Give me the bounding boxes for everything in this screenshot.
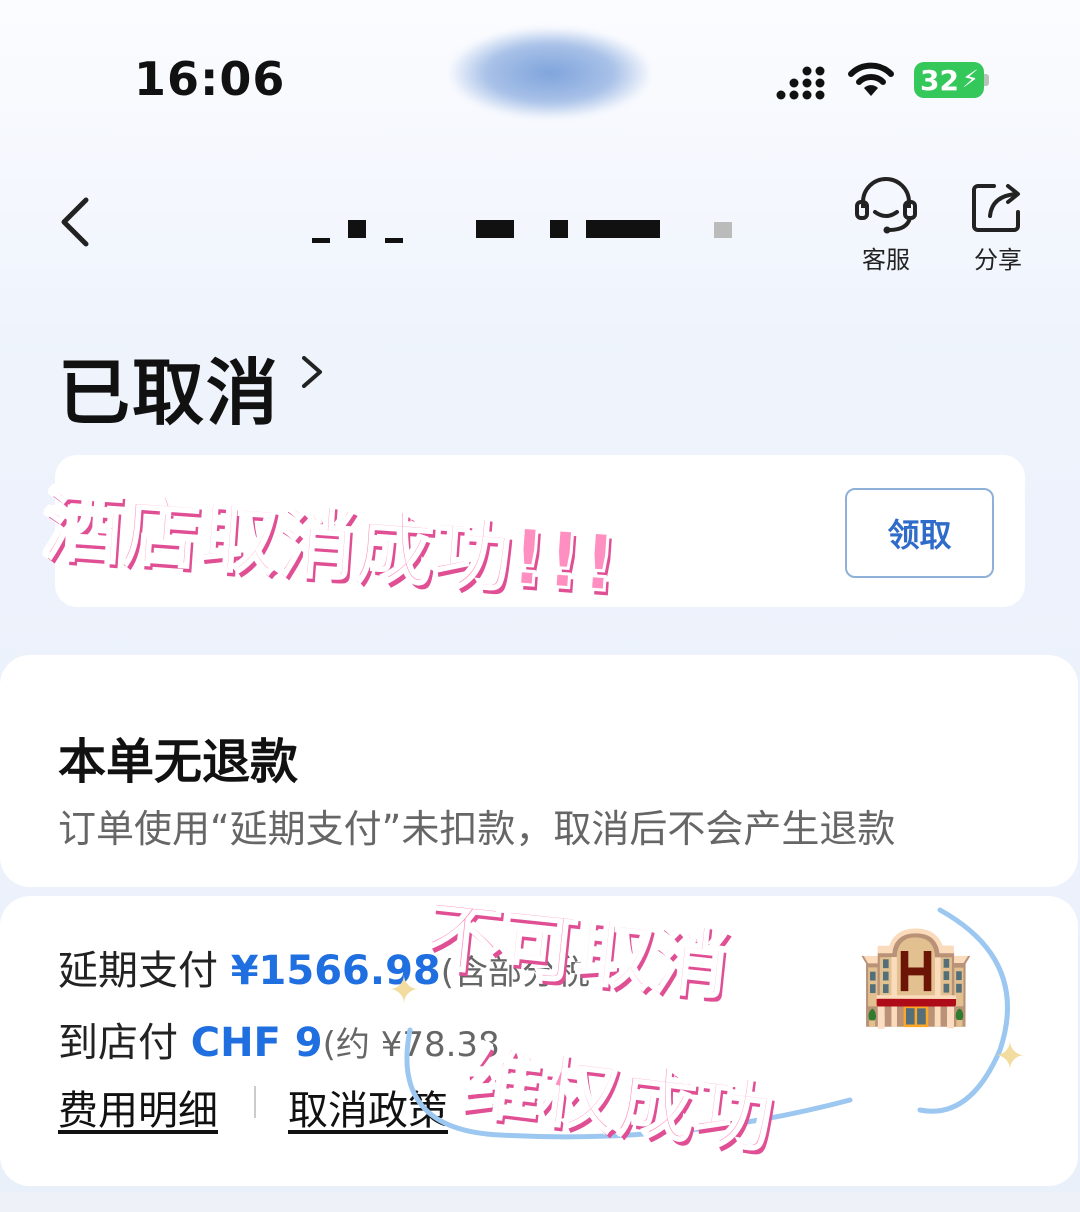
battery-charging-icon: 32 ⚡ <box>914 62 990 98</box>
refund-title: 本单无退款 <box>58 734 299 790</box>
fee-details-link[interactable]: 费用明细 <box>58 1078 218 1136</box>
deferred-payment-label: 延期支付 <box>58 948 218 994</box>
redacted-blur <box>450 28 650 118</box>
share-button[interactable]: 分享 <box>960 180 1036 275</box>
chevron-left-icon[interactable] <box>52 192 102 252</box>
leaf-decoration: ✦ <box>994 1034 1026 1078</box>
customer-service-button[interactable]: 客服 <box>848 176 924 275</box>
customer-service-label: 客服 <box>862 246 910 274</box>
share-icon <box>972 184 1020 232</box>
battery-level: 32 <box>920 64 959 97</box>
wifi-icon <box>848 62 894 96</box>
signal-icon <box>776 66 825 100</box>
share-label: 分享 <box>974 246 1022 274</box>
chevron-right-icon[interactable] <box>298 350 328 394</box>
order-status-title[interactable]: 已取消 <box>58 334 280 439</box>
onsite-payment-amount: CHF 9 <box>190 1020 323 1066</box>
leaf-decoration: ✦ <box>388 968 420 1012</box>
bottom-strip <box>0 1192 1080 1212</box>
link-divider <box>254 1086 256 1118</box>
hotel-emoji-icon: 🏨 <box>856 918 976 1030</box>
status-time: 16:06 <box>134 52 286 106</box>
onsite-payment-label: 到店付 <box>58 1020 178 1066</box>
refund-description: 订单使用“延期支付”未扣款，取消后不会产生退款 <box>58 807 896 851</box>
charging-bolt-icon: ⚡ <box>962 65 979 93</box>
claim-button[interactable]: 领取 <box>845 488 994 578</box>
headset-icon <box>855 177 917 234</box>
